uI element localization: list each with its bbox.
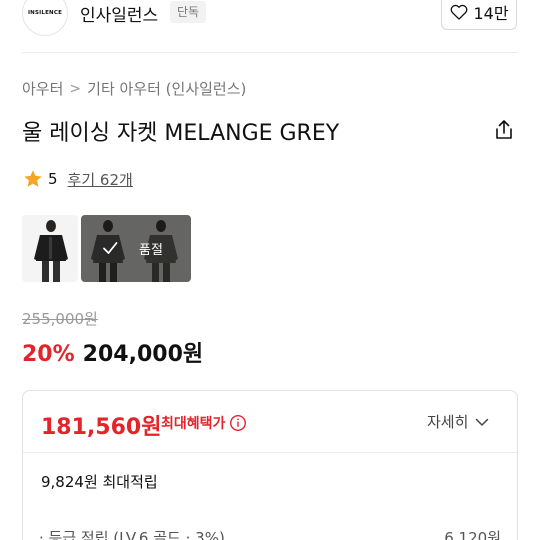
max-points-text: 9,824원 최대적립 [41, 473, 158, 491]
tier-points-value: 6,120원 [444, 529, 501, 540]
share-icon[interactable] [492, 118, 516, 142]
breadcrumb-item-other-outer[interactable]: 기타 아우터 (인사일런스) [87, 78, 246, 99]
tier-points-label: · 등급 적립 (LV.6 골드 · 3%) [39, 529, 225, 540]
max-benefit-label: 최대혜택가 [161, 416, 226, 432]
brand-name[interactable]: 인사일런스 [80, 1, 158, 26]
rating-row: 5 후기 62개 [22, 168, 133, 190]
product-thumbnail-grey [81, 215, 191, 282]
exclusive-badge: 단독 [170, 1, 207, 23]
breadcrumb: 아우터 > 기타 아우터 (인사일런스) [22, 78, 246, 99]
soldout-label: 품절 [139, 243, 163, 258]
brand-header: INSILENCE 인사일런스 단독 14만 [0, 0, 540, 52]
benefit-card: 181,560원 최대혜택가 자세히 9,824원 최대적립 · 등급 적립 (… [22, 390, 518, 540]
product-title: 울 레이싱 자켓 MELANGE GREY [22, 121, 340, 146]
divider [22, 52, 518, 53]
chevron-right-icon: > [69, 80, 82, 97]
review-count-link[interactable]: 후기 62개 [68, 169, 133, 190]
product-thumbnail-black [22, 215, 78, 282]
brand-logo[interactable]: INSILENCE [22, 0, 68, 36]
swatch-melange-grey-soldout[interactable]: 품절 [81, 215, 191, 282]
heart-icon [451, 4, 468, 20]
discount-rate: 20% [22, 342, 75, 367]
chevron-down-icon [476, 418, 489, 426]
sale-price-row: 20% 204,000원 [22, 336, 203, 368]
rating-score: 5 [48, 170, 58, 188]
divider [23, 452, 517, 453]
detail-button-label: 자세히 [427, 413, 469, 431]
detail-button[interactable]: 자세히 [427, 411, 490, 432]
info-icon[interactable] [229, 414, 247, 432]
breadcrumb-item-outer[interactable]: 아우터 [22, 78, 63, 99]
like-count: 14만 [473, 4, 509, 23]
brand-logo-text: INSILENCE [27, 10, 63, 16]
color-swatches: 품절 [22, 215, 191, 282]
like-button[interactable]: 14만 [441, 0, 517, 30]
sale-price: 204,000원 [82, 342, 204, 367]
check-icon [103, 242, 118, 254]
tier-points-row: · 등급 적립 (LV.6 골드 · 3%) 6,120원 [39, 527, 501, 540]
star-icon [24, 170, 42, 187]
original-price: 255,000원 [22, 310, 98, 328]
max-benefit-label-row[interactable]: 최대혜택가 [161, 413, 247, 433]
swatch-black[interactable] [22, 215, 78, 282]
max-benefit-price: 181,560원 [41, 415, 162, 440]
